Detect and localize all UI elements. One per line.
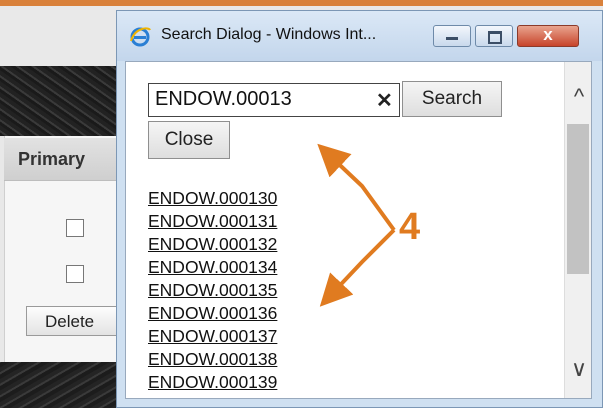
result-link[interactable]: ENDOW.000132: [148, 233, 277, 256]
search-button[interactable]: Search: [402, 81, 502, 117]
search-results-list: ENDOW.000130 ENDOW.000131 ENDOW.000132 E…: [148, 187, 277, 394]
search-input[interactable]: ENDOW.00013: [148, 83, 400, 117]
scroll-up-icon[interactable]: ^: [565, 80, 591, 114]
dialog-content: ENDOW.00013 ✕ Search Close ENDOW.000130 …: [125, 61, 592, 399]
result-link[interactable]: ENDOW.000139: [148, 371, 277, 394]
result-link[interactable]: ENDOW.000131: [148, 210, 277, 233]
result-link[interactable]: ENDOW.000136: [148, 302, 277, 325]
scroll-down-icon[interactable]: ∨: [565, 352, 591, 386]
delete-button[interactable]: Delete: [26, 306, 118, 336]
background-image: [0, 66, 130, 136]
dialog-title-bar[interactable]: Search Dialog - Windows Int... x: [117, 11, 602, 61]
dialog-title: Search Dialog - Windows Int...: [161, 26, 377, 43]
scroll-thumb[interactable]: [567, 124, 589, 274]
result-link[interactable]: ENDOW.000137: [148, 325, 277, 348]
callout-number: 4: [399, 206, 421, 248]
background-panel-heading: Primary: [4, 138, 130, 181]
panel-heading-text: Primary: [18, 149, 86, 169]
clear-search-icon[interactable]: ✕: [376, 88, 393, 113]
background-image-bottom: [0, 362, 130, 408]
vertical-scrollbar[interactable]: ^ ∨: [564, 62, 591, 398]
maximize-button[interactable]: [475, 25, 513, 47]
search-dialog-window: Search Dialog - Windows Int... x ENDOW.0…: [116, 10, 603, 408]
background-checkbox[interactable]: [66, 265, 84, 283]
close-icon: x: [543, 25, 553, 44]
window-close-button[interactable]: x: [517, 25, 579, 47]
background-orange-stripe: [0, 0, 603, 6]
background-checkbox[interactable]: [66, 219, 84, 237]
minimize-button[interactable]: [433, 25, 471, 47]
result-link[interactable]: ENDOW.000134: [148, 256, 277, 279]
result-link[interactable]: ENDOW.000138: [148, 348, 277, 371]
result-link[interactable]: ENDOW.000135: [148, 279, 277, 302]
internet-explorer-icon: [130, 27, 151, 47]
close-button[interactable]: Close: [148, 121, 230, 159]
result-link[interactable]: ENDOW.000130: [148, 187, 277, 210]
